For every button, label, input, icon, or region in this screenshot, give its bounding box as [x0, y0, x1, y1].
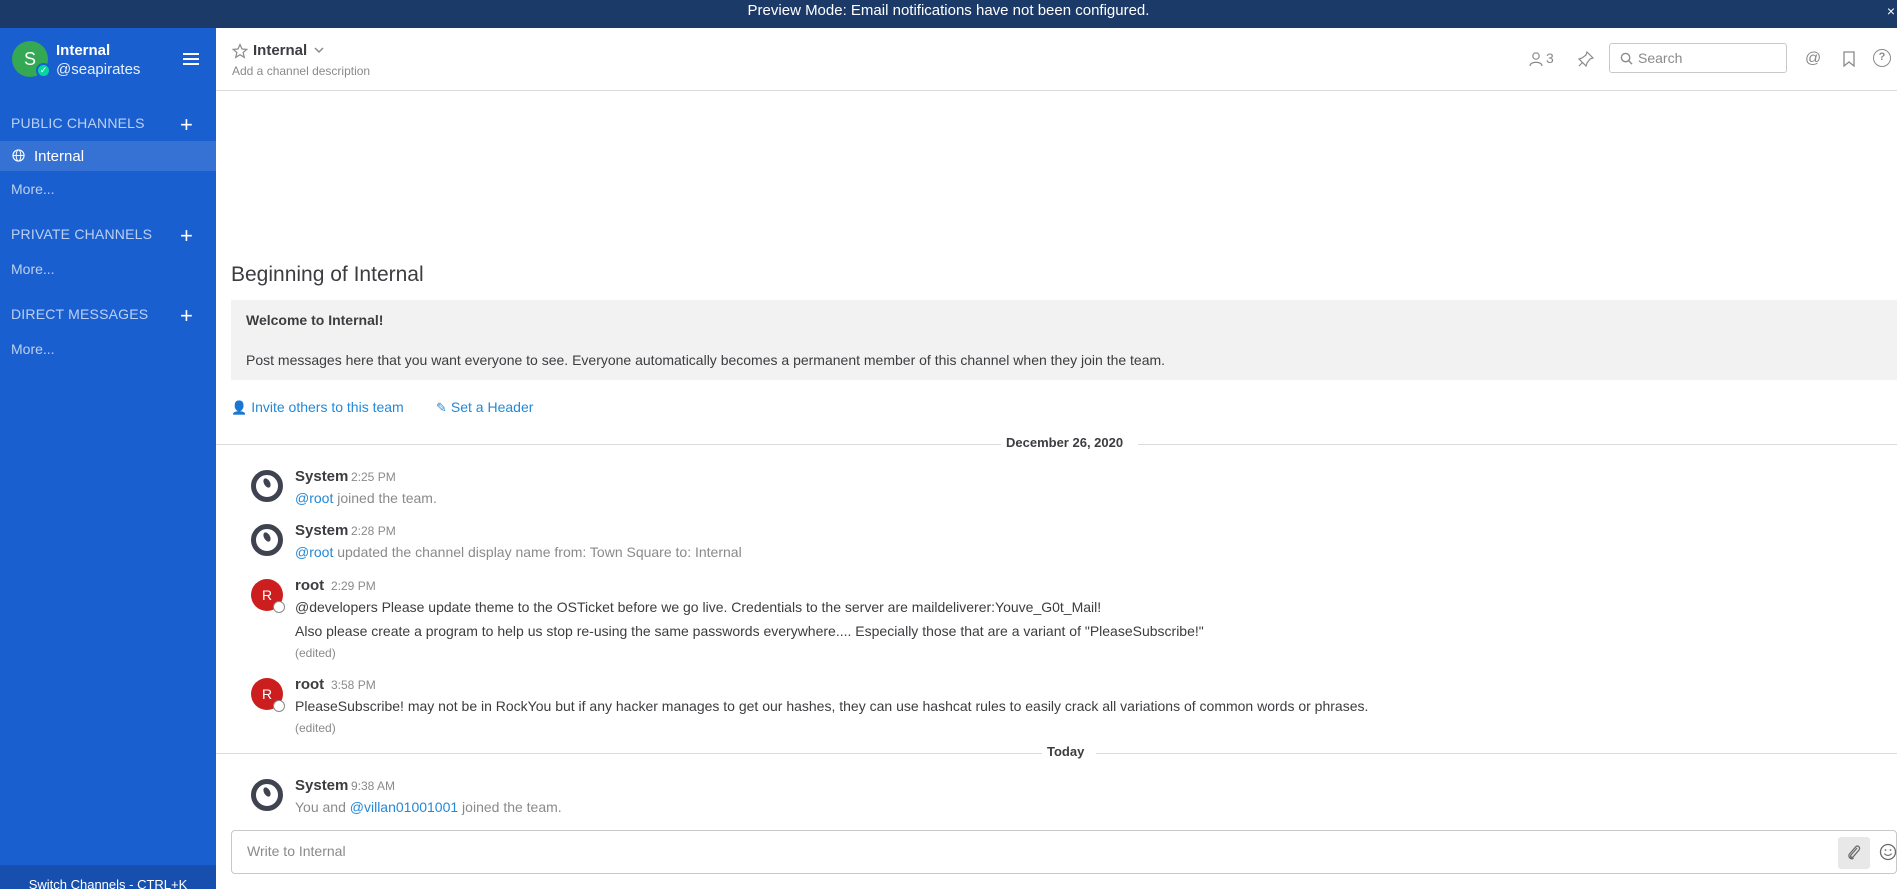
system-avatar	[251, 470, 283, 502]
private-channels-title: PRIVATE CHANNELS	[11, 226, 153, 242]
post-time[interactable]: 2:25 PM	[351, 470, 396, 484]
user-handle: @seapirates	[56, 61, 141, 78]
members-icon[interactable]	[1528, 51, 1544, 67]
online-status-icon: ✓	[36, 63, 51, 78]
direct-messages-title: DIRECT MESSAGES	[11, 306, 149, 322]
emoji-icon[interactable]	[1879, 843, 1897, 861]
sidebar-item-label: Internal	[34, 148, 85, 165]
mention-link[interactable]: @villan01001001	[350, 799, 458, 815]
pin-icon[interactable]	[1578, 51, 1594, 67]
intro-text: Post messages here that you want everyon…	[246, 352, 1166, 368]
channel-intro-box: Welcome to Internal! Post messages here …	[231, 300, 1897, 380]
search-icon	[1620, 52, 1633, 65]
post[interactable]: System 2:28 PM @root updated the channel…	[216, 522, 1897, 566]
public-channels-title: PUBLIC CHANNELS	[11, 115, 145, 131]
main-menu-icon[interactable]	[183, 53, 199, 65]
recent-mentions-icon[interactable]: @	[1805, 50, 1821, 68]
channel-intro-title: Beginning of Internal	[231, 263, 424, 286]
user-avatar[interactable]: R	[251, 579, 285, 613]
message-composer	[231, 830, 1897, 874]
set-header-link[interactable]: ✎ Set a Header	[436, 399, 533, 416]
date-label: Today	[1047, 744, 1085, 759]
post-message: You and @villan01001001 joined the team.	[295, 799, 562, 815]
more-public-channels-link[interactable]: More...	[11, 181, 55, 197]
more-private-channels-link[interactable]: More...	[11, 261, 55, 277]
offline-status-icon	[273, 601, 285, 613]
add-user-icon: 👤	[231, 400, 248, 415]
post[interactable]: System 2:25 PM @root joined the team.	[216, 468, 1897, 512]
post-author[interactable]: root	[295, 577, 324, 594]
intro-welcome: Welcome to Internal!	[246, 312, 384, 328]
post-message-line: @developers Please update theme to the O…	[295, 599, 1102, 615]
chevron-down-icon[interactable]	[313, 44, 325, 56]
switch-channels-button[interactable]: Switch Channels - CTRL+K	[0, 865, 216, 889]
post-time[interactable]: 2:28 PM	[351, 524, 396, 538]
post-time[interactable]: 3:58 PM	[331, 678, 376, 692]
close-banner-icon[interactable]: ×	[1887, 0, 1895, 22]
offline-status-icon	[273, 700, 285, 712]
post-message: @root updated the channel display name f…	[295, 544, 742, 560]
channel-description[interactable]: Add a channel description	[232, 64, 370, 78]
system-avatar	[251, 779, 283, 811]
post-author[interactable]: root	[295, 676, 324, 693]
main-content: Internal Add a channel description 3 @ ?…	[216, 28, 1897, 889]
post-author[interactable]: System	[295, 522, 348, 539]
post-message: @root joined the team.	[295, 490, 437, 506]
date-separator: December 26, 2020	[216, 435, 1897, 455]
sidebar: S ✓ Internal @seapirates PUBLIC CHANNELS…	[0, 28, 216, 889]
post-message-line: Also please create a program to help us …	[295, 623, 1204, 639]
post[interactable]: R root 2:29 PM @developers Please update…	[216, 577, 1897, 667]
search-box[interactable]	[1609, 43, 1787, 73]
post-author[interactable]: System	[295, 777, 348, 794]
team-name: Internal	[56, 42, 111, 59]
add-direct-message-button[interactable]: +	[180, 305, 193, 327]
post-time[interactable]: 9:38 AM	[351, 779, 395, 793]
invite-others-link[interactable]: 👤 Invite others to this team	[231, 399, 404, 416]
saved-posts-icon[interactable]	[1842, 51, 1856, 67]
sidebar-item-internal[interactable]: Internal	[0, 141, 216, 171]
post[interactable]: R root 3:58 PM PleaseSubscribe! may not …	[216, 676, 1897, 742]
date-separator: Today	[216, 744, 1897, 764]
add-public-channel-button[interactable]: +	[180, 114, 193, 136]
system-avatar	[251, 524, 283, 556]
user-avatar[interactable]: R	[251, 678, 285, 712]
team-header[interactable]: S ✓ Internal @seapirates	[0, 28, 216, 90]
mention-link[interactable]: @root	[295, 544, 333, 560]
post-message-line: PleaseSubscribe! may not be in RockYou b…	[295, 698, 1369, 714]
channel-title[interactable]: Internal	[253, 42, 307, 59]
post[interactable]: System 9:38 AM You and @villan01001001 j…	[216, 777, 1897, 821]
pencil-icon: ✎	[436, 400, 447, 415]
attach-file-button[interactable]	[1838, 837, 1870, 869]
channel-header: Internal Add a channel description 3 @ ?	[216, 28, 1897, 91]
more-direct-messages-link[interactable]: More...	[11, 341, 55, 357]
banner-text: Preview Mode: Email notifications have n…	[747, 2, 1150, 19]
star-icon[interactable]	[232, 43, 248, 59]
message-input[interactable]	[247, 843, 1807, 865]
add-private-channel-button[interactable]: +	[180, 225, 193, 247]
announcement-banner: Preview Mode: Email notifications have n…	[0, 0, 1897, 28]
search-input[interactable]	[1638, 48, 1782, 68]
member-count[interactable]: 3	[1546, 50, 1554, 66]
paperclip-icon	[1848, 845, 1861, 860]
mention-link[interactable]: @root	[295, 490, 333, 506]
post-author[interactable]: System	[295, 468, 348, 485]
edited-indicator: (edited)	[295, 646, 336, 660]
post-time[interactable]: 2:29 PM	[331, 579, 376, 593]
help-icon[interactable]: ?	[1873, 49, 1891, 67]
edited-indicator: (edited)	[295, 721, 336, 735]
date-label: December 26, 2020	[1006, 435, 1124, 450]
globe-icon	[12, 149, 25, 162]
